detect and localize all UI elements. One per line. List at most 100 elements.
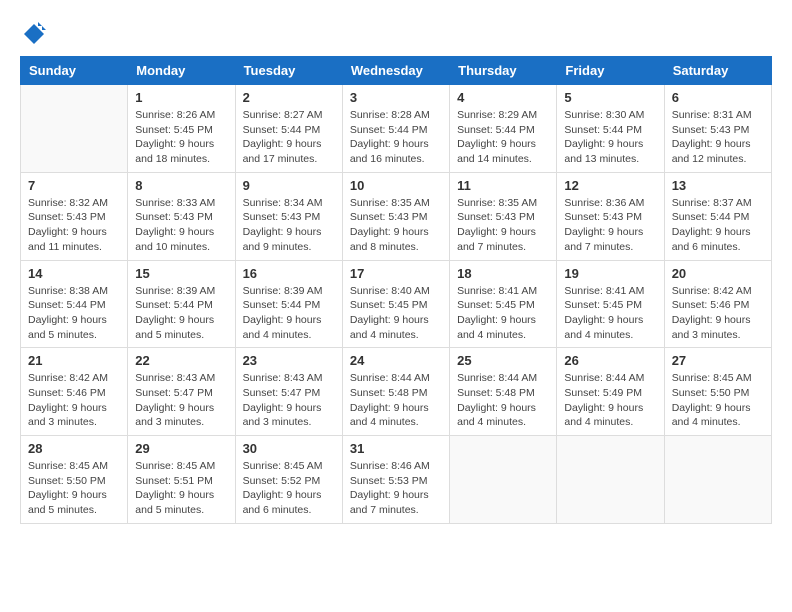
day-info: Sunrise: 8:35 AMSunset: 5:43 PMDaylight:… <box>457 196 549 255</box>
day-number: 31 <box>350 441 442 456</box>
day-info: Sunrise: 8:44 AMSunset: 5:48 PMDaylight:… <box>350 371 442 430</box>
calendar-cell: 25 Sunrise: 8:44 AMSunset: 5:48 PMDayligh… <box>450 348 557 436</box>
day-number: 2 <box>243 90 335 105</box>
day-number: 14 <box>28 266 120 281</box>
day-number: 21 <box>28 353 120 368</box>
calendar-cell: 15 Sunrise: 8:39 AMSunset: 5:44 PMDayligh… <box>128 260 235 348</box>
day-info: Sunrise: 8:43 AMSunset: 5:47 PMDaylight:… <box>243 371 335 430</box>
calendar-week-row: 1 Sunrise: 8:26 AMSunset: 5:45 PMDaylight… <box>21 85 772 173</box>
day-info: Sunrise: 8:35 AMSunset: 5:43 PMDaylight:… <box>350 196 442 255</box>
calendar-table: SundayMondayTuesdayWednesdayThursdayFrid… <box>20 56 772 524</box>
day-info: Sunrise: 8:29 AMSunset: 5:44 PMDaylight:… <box>457 108 549 167</box>
calendar-cell: 6 Sunrise: 8:31 AMSunset: 5:43 PMDaylight… <box>664 85 771 173</box>
calendar-cell: 19 Sunrise: 8:41 AMSunset: 5:45 PMDayligh… <box>557 260 664 348</box>
day-info: Sunrise: 8:26 AMSunset: 5:45 PMDaylight:… <box>135 108 227 167</box>
day-number: 10 <box>350 178 442 193</box>
calendar-cell: 1 Sunrise: 8:26 AMSunset: 5:45 PMDaylight… <box>128 85 235 173</box>
day-info: Sunrise: 8:39 AMSunset: 5:44 PMDaylight:… <box>243 284 335 343</box>
day-info: Sunrise: 8:34 AMSunset: 5:43 PMDaylight:… <box>243 196 335 255</box>
calendar-cell: 17 Sunrise: 8:40 AMSunset: 5:45 PMDayligh… <box>342 260 449 348</box>
day-number: 26 <box>564 353 656 368</box>
calendar-cell: 30 Sunrise: 8:45 AMSunset: 5:52 PMDayligh… <box>235 436 342 524</box>
day-info: Sunrise: 8:41 AMSunset: 5:45 PMDaylight:… <box>564 284 656 343</box>
day-number: 24 <box>350 353 442 368</box>
weekday-header-monday: Monday <box>128 57 235 85</box>
day-info: Sunrise: 8:46 AMSunset: 5:53 PMDaylight:… <box>350 459 442 518</box>
weekday-header-wednesday: Wednesday <box>342 57 449 85</box>
day-info: Sunrise: 8:32 AMSunset: 5:43 PMDaylight:… <box>28 196 120 255</box>
calendar-cell: 18 Sunrise: 8:41 AMSunset: 5:45 PMDayligh… <box>450 260 557 348</box>
calendar-cell <box>21 85 128 173</box>
day-number: 6 <box>672 90 764 105</box>
calendar-week-row: 28Sunrise: 8:45 AMSunset: 5:50 PMDayligh… <box>21 436 772 524</box>
day-info: Sunrise: 8:33 AMSunset: 5:43 PMDaylight:… <box>135 196 227 255</box>
weekday-header-tuesday: Tuesday <box>235 57 342 85</box>
calendar-cell: 7 Sunrise: 8:32 AMSunset: 5:43 PMDaylight… <box>21 172 128 260</box>
day-info: Sunrise: 8:36 AMSunset: 5:43 PMDaylight:… <box>564 196 656 255</box>
day-number: 22 <box>135 353 227 368</box>
calendar-cell: 26 Sunrise: 8:44 AMSunset: 5:49 PMDayligh… <box>557 348 664 436</box>
weekday-header-row: SundayMondayTuesdayWednesdayThursdayFrid… <box>21 57 772 85</box>
day-info: Sunrise: 8:42 AMSunset: 5:46 PMDaylight:… <box>672 284 764 343</box>
calendar-week-row: 14 Sunrise: 8:38 AMSunset: 5:44 PMDayligh… <box>21 260 772 348</box>
calendar-week-row: 21 Sunrise: 8:42 AMSunset: 5:46 PMDayligh… <box>21 348 772 436</box>
day-info: Sunrise: 8:31 AMSunset: 5:43 PMDaylight:… <box>672 108 764 167</box>
calendar-cell: 31 Sunrise: 8:46 AMSunset: 5:53 PMDayligh… <box>342 436 449 524</box>
day-info: Sunrise: 8:44 AMSunset: 5:48 PMDaylight:… <box>457 371 549 430</box>
calendar-cell: 21 Sunrise: 8:42 AMSunset: 5:46 PMDayligh… <box>21 348 128 436</box>
calendar-cell: 14 Sunrise: 8:38 AMSunset: 5:44 PMDayligh… <box>21 260 128 348</box>
day-number: 20 <box>672 266 764 281</box>
day-number: 3 <box>350 90 442 105</box>
day-info: Sunrise: 8:45 AMSunset: 5:51 PMDaylight:… <box>135 459 227 518</box>
calendar-cell <box>664 436 771 524</box>
day-number: 30 <box>243 441 335 456</box>
calendar-cell: 9Sunrise: 8:34 AMSunset: 5:43 PMDaylight… <box>235 172 342 260</box>
day-info: Sunrise: 8:42 AMSunset: 5:46 PMDaylight:… <box>28 371 120 430</box>
day-number: 7 <box>28 178 120 193</box>
day-info: Sunrise: 8:45 AMSunset: 5:52 PMDaylight:… <box>243 459 335 518</box>
day-info: Sunrise: 8:41 AMSunset: 5:45 PMDaylight:… <box>457 284 549 343</box>
calendar-cell: 10 Sunrise: 8:35 AMSunset: 5:43 PMDayligh… <box>342 172 449 260</box>
calendar-cell: 23Sunrise: 8:43 AMSunset: 5:47 PMDayligh… <box>235 348 342 436</box>
weekday-header-thursday: Thursday <box>450 57 557 85</box>
calendar-cell: 12 Sunrise: 8:36 AMSunset: 5:43 PMDayligh… <box>557 172 664 260</box>
logo-icon <box>20 20 48 48</box>
calendar-cell: 24 Sunrise: 8:44 AMSunset: 5:48 PMDayligh… <box>342 348 449 436</box>
day-info: Sunrise: 8:30 AMSunset: 5:44 PMDaylight:… <box>564 108 656 167</box>
day-info: Sunrise: 8:43 AMSunset: 5:47 PMDaylight:… <box>135 371 227 430</box>
calendar-cell: 8Sunrise: 8:33 AMSunset: 5:43 PMDaylight… <box>128 172 235 260</box>
day-info: Sunrise: 8:28 AMSunset: 5:44 PMDaylight:… <box>350 108 442 167</box>
day-number: 17 <box>350 266 442 281</box>
day-number: 12 <box>564 178 656 193</box>
weekday-header-friday: Friday <box>557 57 664 85</box>
calendar-cell: 2 Sunrise: 8:27 AMSunset: 5:44 PMDaylight… <box>235 85 342 173</box>
day-info: Sunrise: 8:27 AMSunset: 5:44 PMDaylight:… <box>243 108 335 167</box>
day-number: 13 <box>672 178 764 193</box>
calendar-cell: 11Sunrise: 8:35 AMSunset: 5:43 PMDayligh… <box>450 172 557 260</box>
calendar-cell: 4 Sunrise: 8:29 AMSunset: 5:44 PMDaylight… <box>450 85 557 173</box>
day-number: 15 <box>135 266 227 281</box>
day-info: Sunrise: 8:40 AMSunset: 5:45 PMDaylight:… <box>350 284 442 343</box>
day-info: Sunrise: 8:45 AMSunset: 5:50 PMDaylight:… <box>672 371 764 430</box>
weekday-header-sunday: Sunday <box>21 57 128 85</box>
day-number: 16 <box>243 266 335 281</box>
calendar-cell: 29 Sunrise: 8:45 AMSunset: 5:51 PMDayligh… <box>128 436 235 524</box>
calendar-cell: 27 Sunrise: 8:45 AMSunset: 5:50 PMDayligh… <box>664 348 771 436</box>
day-number: 18 <box>457 266 549 281</box>
calendar-cell: 13Sunrise: 8:37 AMSunset: 5:44 PMDayligh… <box>664 172 771 260</box>
page-header <box>20 20 772 48</box>
day-number: 19 <box>564 266 656 281</box>
day-number: 25 <box>457 353 549 368</box>
calendar-cell: 22 Sunrise: 8:43 AMSunset: 5:47 PMDayligh… <box>128 348 235 436</box>
day-info: Sunrise: 8:44 AMSunset: 5:49 PMDaylight:… <box>564 371 656 430</box>
weekday-header-saturday: Saturday <box>664 57 771 85</box>
day-number: 4 <box>457 90 549 105</box>
day-info: Sunrise: 8:39 AMSunset: 5:44 PMDaylight:… <box>135 284 227 343</box>
day-number: 1 <box>135 90 227 105</box>
day-number: 29 <box>135 441 227 456</box>
calendar-cell <box>557 436 664 524</box>
day-number: 28 <box>28 441 120 456</box>
day-number: 27 <box>672 353 764 368</box>
day-info: Sunrise: 8:38 AMSunset: 5:44 PMDaylight:… <box>28 284 120 343</box>
calendar-cell <box>450 436 557 524</box>
